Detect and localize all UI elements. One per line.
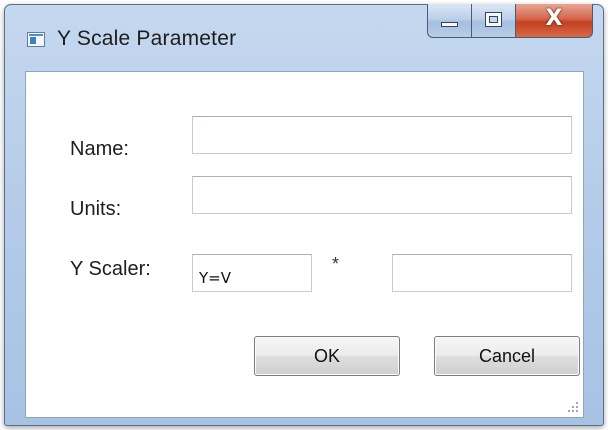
units-input[interactable] xyxy=(192,176,572,214)
cancel-button[interactable]: Cancel xyxy=(434,336,580,376)
resize-grip-icon[interactable] xyxy=(567,401,579,413)
name-label: Name: xyxy=(70,138,129,160)
multiply-sign: * xyxy=(332,254,340,274)
close-icon: X xyxy=(545,6,563,31)
y-scaler-label: Y Scaler: xyxy=(70,258,151,280)
y-scaler-input[interactable] xyxy=(192,254,312,292)
maximize-icon xyxy=(485,12,502,27)
maximize-button[interactable] xyxy=(471,4,515,38)
window-title: Y Scale Parameter xyxy=(57,27,237,50)
units-label: Units: xyxy=(70,198,122,220)
minimize-button[interactable] xyxy=(427,4,471,38)
dialog-window: Y Scale Parameter X Name: Units: Y Scale… xyxy=(4,4,604,426)
name-input[interactable] xyxy=(192,116,572,154)
dialog-client-area: Name: Units: Y Scaler: * OK Cancel xyxy=(25,71,584,418)
window-app-icon[interactable] xyxy=(27,32,45,47)
caption-buttons: X xyxy=(427,4,593,38)
ok-button[interactable]: OK xyxy=(254,336,400,376)
scale-factor-input[interactable] xyxy=(392,254,572,292)
close-button[interactable]: X xyxy=(515,4,593,38)
title-bar[interactable]: Y Scale Parameter X xyxy=(5,4,603,65)
minimize-icon xyxy=(441,22,458,27)
